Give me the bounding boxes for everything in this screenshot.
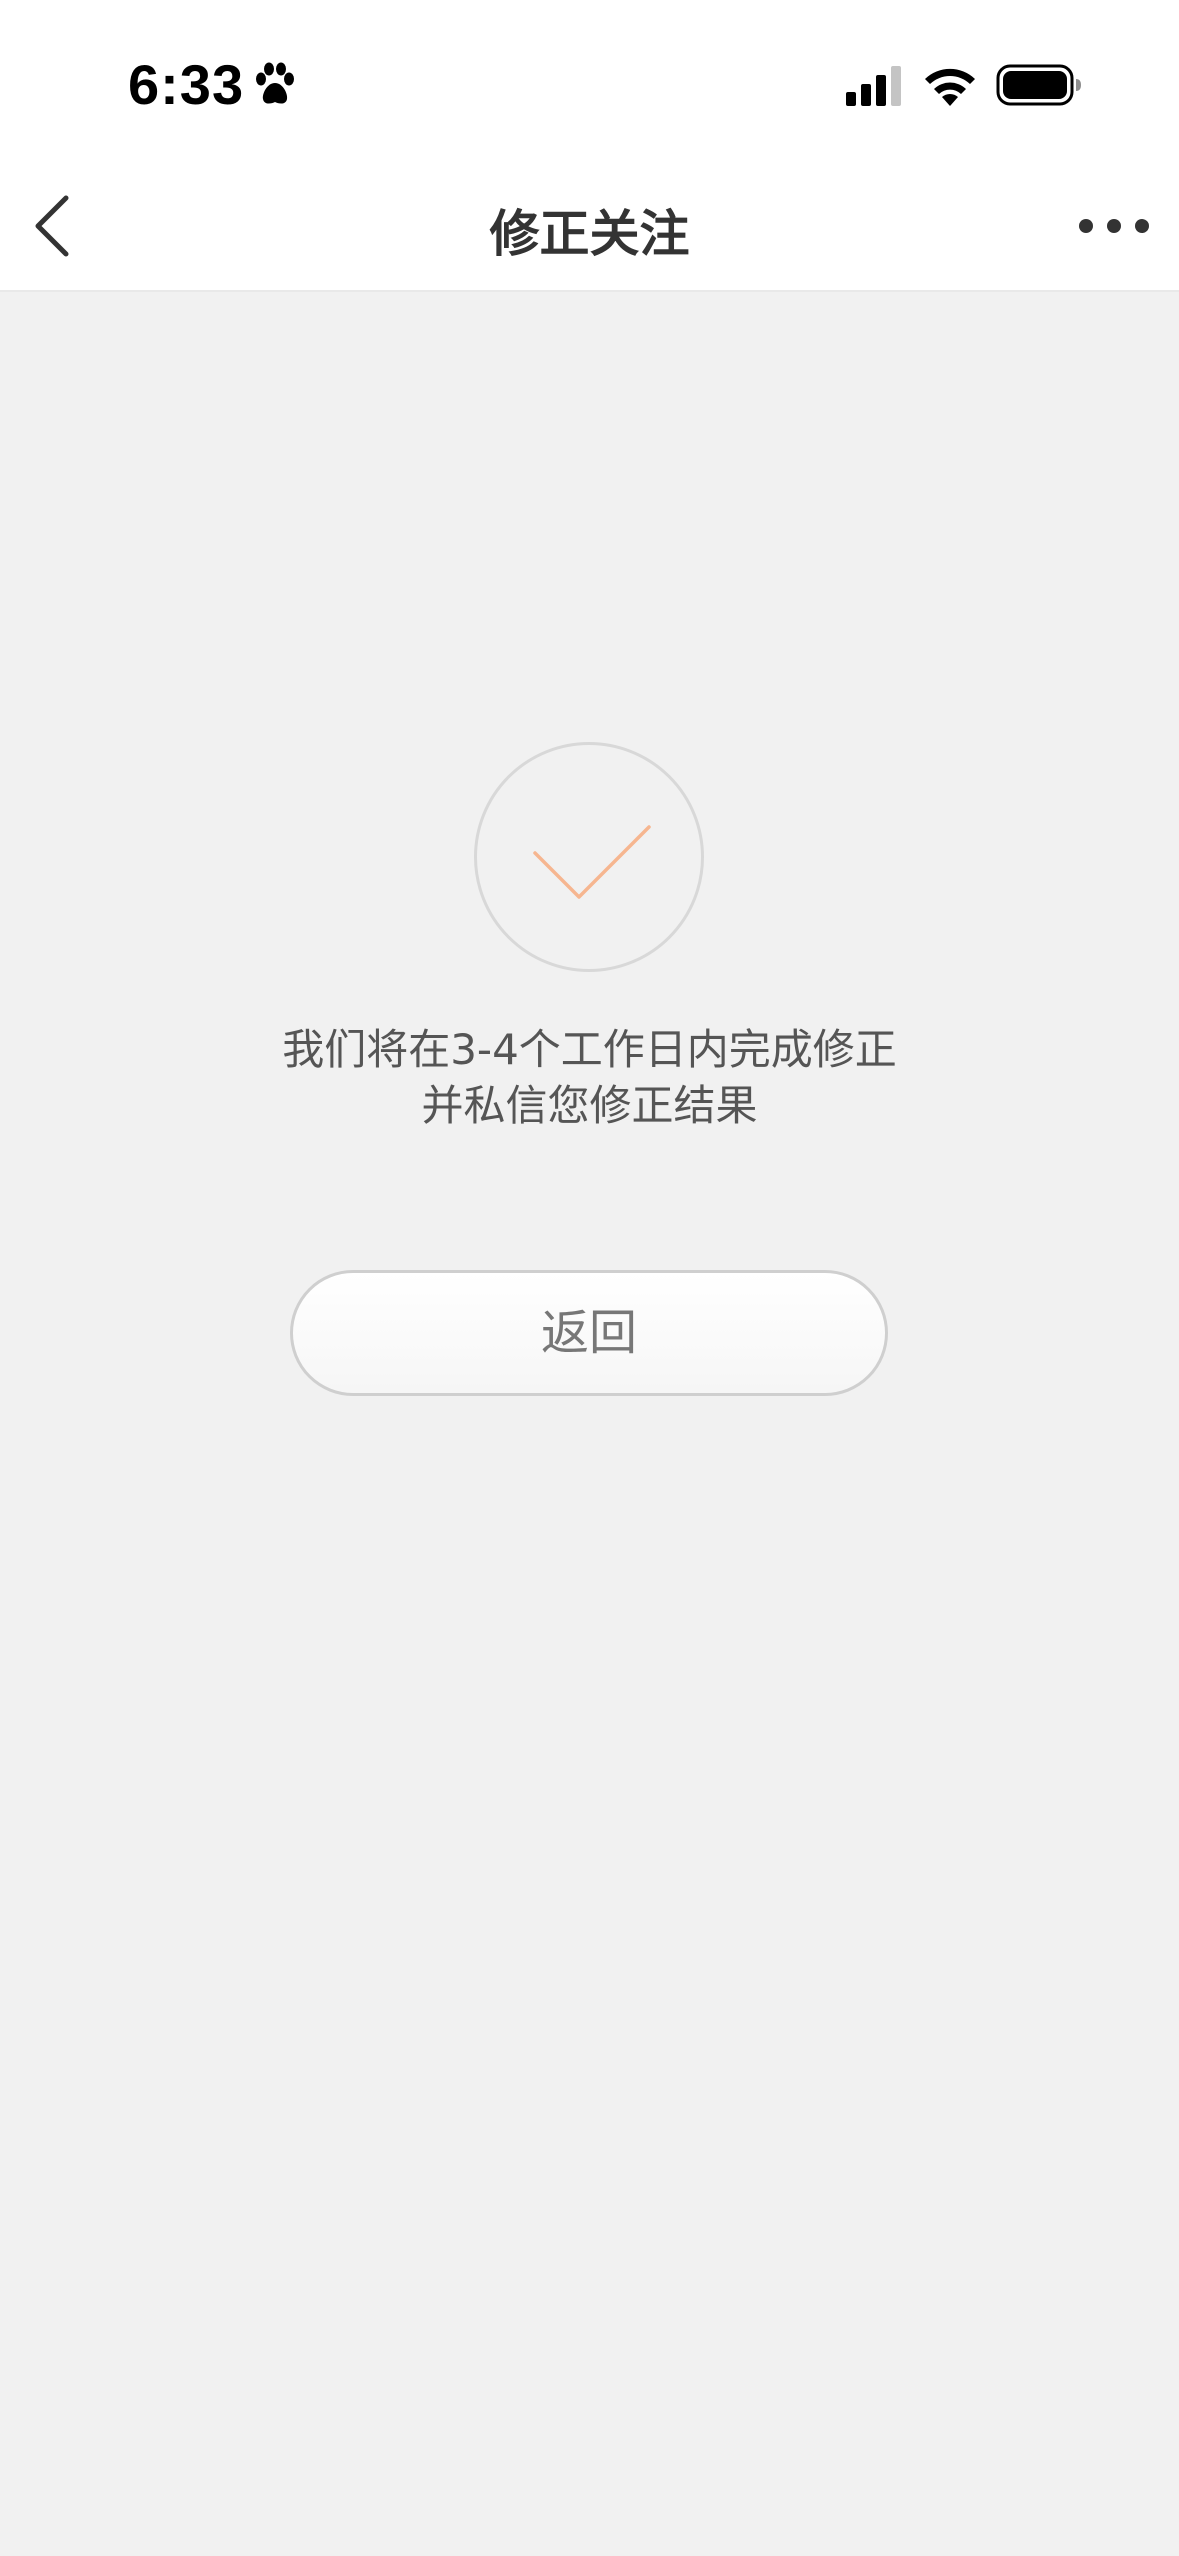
message-line-2: 并私信您修正结果 [421, 1081, 758, 1130]
success-circle [474, 742, 704, 972]
chevron-left-icon [35, 195, 69, 257]
battery-icon [996, 64, 1081, 106]
message-line-1: 我们将在3-4个工作日内完成修正 [282, 1025, 897, 1074]
back-button[interactable] [20, 186, 100, 266]
more-button[interactable] [1069, 196, 1159, 256]
signal-icon [846, 66, 901, 106]
nav-bar: 修正关注 [0, 160, 1179, 292]
page-title: 修正关注 [489, 205, 690, 263]
status-time: 6:33 [128, 53, 245, 116]
checkmark-icon [533, 825, 651, 899]
status-bar: 6:33 [0, 0, 1179, 160]
return-button[interactable]: 返回 [290, 1270, 888, 1396]
wifi-icon [925, 68, 975, 106]
success-message: 我们将在3-4个工作日内完成修正 并私信您修正结果 [0, 1022, 1179, 1134]
more-dots-icon [1079, 219, 1149, 233]
paw-icon [256, 62, 294, 104]
